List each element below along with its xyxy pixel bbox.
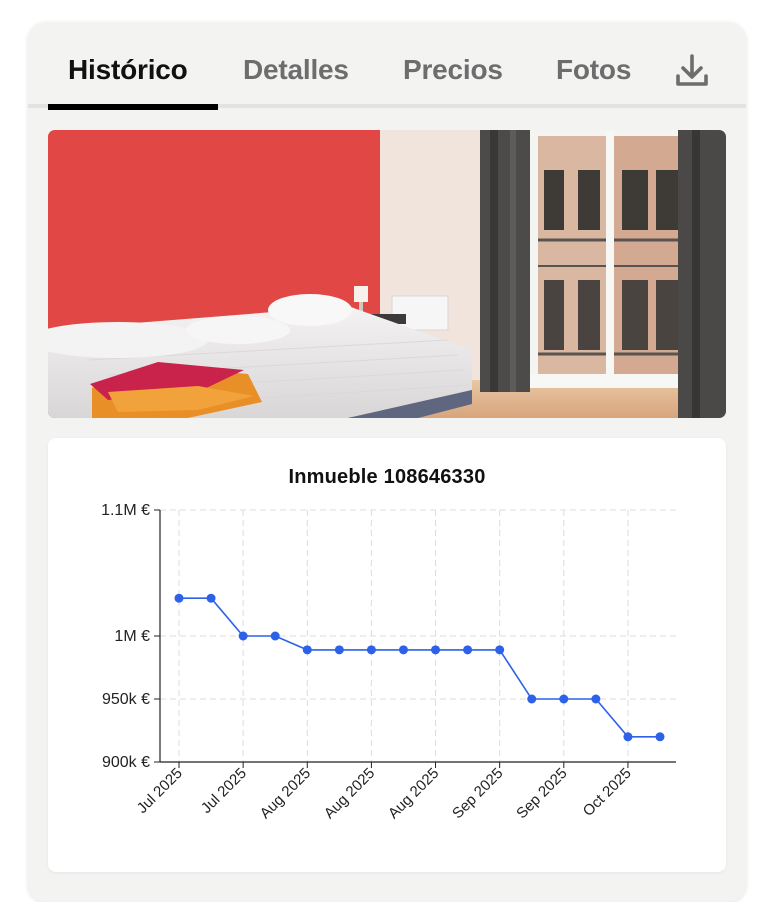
price-point xyxy=(206,593,216,603)
tab-precios[interactable]: Precios xyxy=(403,54,503,86)
price-point xyxy=(174,593,184,603)
price-point xyxy=(398,645,408,655)
price-point xyxy=(623,732,633,742)
price-point xyxy=(302,645,312,655)
price-history-chart: 900k €950k €1M €1.1M €Jul 2025 Jul 2025 Au… xyxy=(101,502,676,822)
y-tick-label: 1M € xyxy=(114,628,150,645)
active-tab-indicator xyxy=(48,104,218,110)
x-tick-label: Jul 2025 xyxy=(198,765,250,817)
tab-historico[interactable]: Histórico xyxy=(68,54,188,86)
price-history-card: Inmueble 108646330 900k €950k €1M €1.1M … xyxy=(48,438,726,872)
x-tick-label: Sep 2025 xyxy=(513,765,570,822)
bedroom-photo[interactable] xyxy=(48,130,726,418)
x-tick-label: Aug 2025 xyxy=(385,765,442,822)
price-series-line xyxy=(179,597,660,738)
price-point xyxy=(238,631,248,641)
price-point xyxy=(591,694,601,704)
price-point xyxy=(366,645,376,655)
y-tick-label: 950k € xyxy=(102,691,150,708)
price-point xyxy=(527,694,537,704)
download-icon[interactable] xyxy=(674,52,710,90)
y-tick-label: 900k € xyxy=(102,754,150,771)
y-tick-label: 1.1M € xyxy=(101,502,150,519)
price-point xyxy=(655,732,665,742)
tab-fotos[interactable]: Fotos xyxy=(556,54,631,86)
x-tick-label: Aug 2025 xyxy=(321,765,378,822)
price-point xyxy=(270,631,280,641)
price-point xyxy=(334,645,344,655)
property-panel: Histórico Detalles Precios Fotos Inmuebl… xyxy=(28,22,746,902)
price-point xyxy=(431,645,441,655)
price-point xyxy=(463,645,473,655)
x-tick-label: Aug 2025 xyxy=(257,765,314,822)
tab-bar: Histórico Detalles Precios Fotos xyxy=(28,22,746,110)
x-tick-label: Sep 2025 xyxy=(449,765,506,822)
tab-detalles[interactable]: Detalles xyxy=(243,54,349,86)
price-point xyxy=(559,694,569,704)
x-tick-label: Jul 2025 xyxy=(134,765,186,817)
x-tick-label: Oct 2025 xyxy=(580,765,635,820)
price-point xyxy=(495,645,505,655)
